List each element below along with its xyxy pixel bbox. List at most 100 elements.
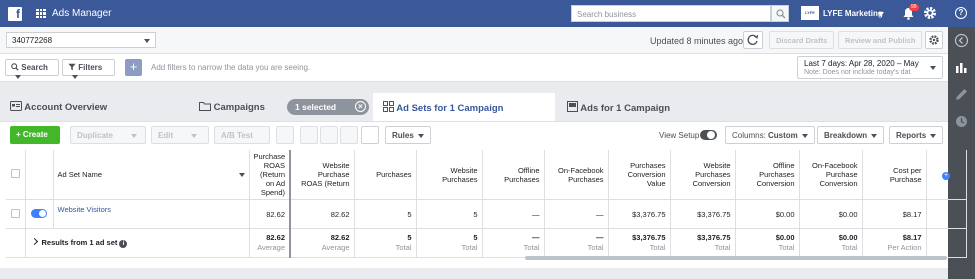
column-header[interactable]: Website Purchases Conversion [670,150,736,200]
tab-label: Account Overview [24,102,108,113]
column-header[interactable]: Purchases [354,150,417,200]
breakdown-label: Breakdown [824,131,868,140]
discard-drafts-button[interactable]: Discard Drafts [769,31,835,49]
column-header[interactable]: Cost per Purchase [862,150,927,200]
breakdown-dropdown-button[interactable]: Breakdown [817,126,885,144]
ads-card-icon [567,101,578,112]
totals-label-cell[interactable]: Results from 1 ad set i [25,228,250,258]
column-header[interactable]: On-Facebook Purchases [544,150,609,200]
add-filter-plus-icon[interactable]: + [125,59,142,76]
ad-set-on-off-toggle[interactable] [31,208,47,218]
table-row[interactable]: Website Visitors 82.62 82.62 5 5 — — $3,… [6,199,967,229]
tab-label: Ads for 1 Campaign [580,103,671,114]
business-search-input[interactable]: Search business [571,5,771,22]
app-title[interactable]: Ads Manager [52,8,111,19]
ad-account-selector[interactable]: 340772268 [6,32,156,48]
duplicate-button[interactable]: Duplicate [70,126,146,144]
column-header[interactable]: Offline Purchases Conversion [735,150,800,200]
total-sub: Total [841,243,858,252]
row-select-cell[interactable] [6,199,26,229]
ad-account-id: 340772268 [12,36,53,45]
ab-test-button[interactable]: A/B Test [214,126,270,144]
collapse-panel-icon[interactable] [954,33,969,48]
total-sub: Average [257,243,285,252]
facebook-logo[interactable]: f [8,6,22,21]
total-sub: Average [321,243,350,252]
search-label: Search [21,63,48,72]
reports-dropdown-button[interactable]: Reports [889,126,944,144]
create-button[interactable]: + Create [10,126,60,144]
info-icon[interactable]: i [119,240,128,248]
table-cell: 5 [354,199,417,229]
column-header[interactable]: Purchases Conversion Value [608,150,671,200]
refresh-button[interactable] [743,31,763,49]
refresh-icon [747,34,759,45]
chart-icon[interactable] [954,60,969,75]
toggle-header [25,150,54,200]
edit-button[interactable]: Edit [151,126,209,144]
view-setup-toggle[interactable] [700,130,717,140]
table-cell-empty [926,199,967,229]
column-header[interactable]: Website Purchases [416,150,483,200]
edit-label: Edit [158,131,174,140]
preview-button[interactable] [361,126,379,144]
account-logo: LYFE [801,6,819,20]
toolbar-settings-button[interactable] [925,31,943,49]
ad-sets-grid-icon [383,101,394,112]
total-value: $0.00 [838,233,858,242]
review-and-publish-button[interactable]: Review and Publish [838,31,923,49]
select-all-checkbox[interactable] [10,169,20,178]
revert-button[interactable] [300,126,318,144]
columns-dropdown-button[interactable]: Columns: Custom [725,126,815,144]
selection-count: 1 selected [295,102,337,112]
add-column-plus-icon[interactable]: + [942,171,950,180]
filter-hint-text[interactable]: Add filters to narrow the data you are s… [151,63,310,72]
gear-icon [929,35,939,45]
settings-gear-icon[interactable] [923,6,937,20]
rules-label: Rules [392,131,414,140]
column-header[interactable]: Purchase ROAS (Return on Ad Spend) [249,150,291,200]
business-account-name[interactable]: LYFE Marketing [823,9,883,18]
filter-bar: Search Filters + Add filters to narrow t… [0,54,948,82]
chevron-down-icon[interactable] [878,12,884,16]
sort-chevron-icon[interactable] [238,173,245,177]
search-button[interactable] [771,5,789,22]
delete-button[interactable] [276,126,294,144]
history-clock-icon[interactable] [954,114,969,129]
column-header-ad-set-name[interactable]: Ad Set Name [53,150,250,200]
search-dropdown-button[interactable]: Search [5,59,59,79]
column-header[interactable]: Website Purchase ROAS (Return [290,150,355,200]
horizontal-scrollbar[interactable] [525,256,947,260]
archive-button[interactable] [320,126,338,144]
audience-button[interactable] [340,126,358,144]
rules-dropdown-button[interactable]: Rules [385,126,431,144]
ab-test-label: A/B Test [221,131,253,140]
chevron-right-icon[interactable] [30,237,38,246]
total-cell: — Total [544,228,609,258]
total-value: — [596,233,604,242]
clear-selection-close-icon[interactable]: × [355,101,366,112]
apps-grid-icon[interactable] [36,8,46,19]
add-column-cell[interactable]: + [926,150,967,200]
total-value: — [532,233,540,242]
column-header[interactable]: On-Facebook Purchase Conversion [799,150,863,200]
selection-pill[interactable]: 1 selected × [287,99,369,115]
ad-set-name-link[interactable]: Website Visitors [53,199,250,229]
row-toggle-cell[interactable] [25,199,54,229]
column-header[interactable]: Offline Purchases [482,150,545,200]
table-cell-empty [6,228,26,258]
date-range-picker[interactable]: Last 7 days: Apr 28, 2020 – May Note: Do… [797,56,943,79]
filter-funnel-icon [68,63,76,71]
total-cell: 5 Total [416,228,483,258]
total-value: $3,376.75 [632,233,666,242]
row-checkbox[interactable] [10,208,20,218]
filters-dropdown-button[interactable]: Filters [62,59,115,79]
tab-ads[interactable]: Ads for 1 Campaign [557,93,742,121]
tab-account-overview[interactable]: Account Overview [0,93,188,121]
tab-ad-sets[interactable]: Ad Sets for 1 Campaign [373,93,555,121]
edit-pencil-icon[interactable] [954,87,969,102]
help-icon[interactable]: ? [955,7,967,19]
select-all-cell[interactable] [6,150,26,200]
total-sub: Total [461,243,478,252]
chevron-down-icon [871,133,878,138]
